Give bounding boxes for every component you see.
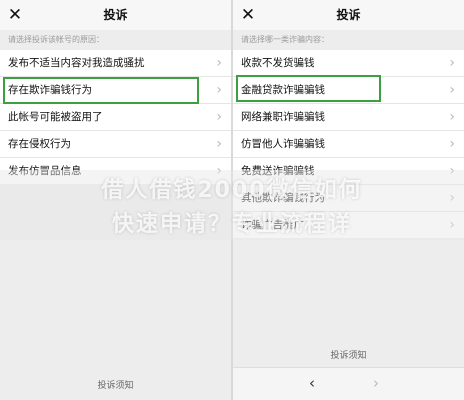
item-label: 发布仿冒品信息: [8, 165, 82, 177]
selection-highlight: [3, 77, 199, 104]
chevron-right-icon: ›: [216, 109, 222, 125]
chevron-right-icon: ›: [449, 163, 455, 179]
item-label: 网络兼职诈骗骗钱: [241, 111, 325, 123]
reason-item-infringement[interactable]: 存在侵权行为 ›: [0, 131, 231, 158]
complaint-notice-link[interactable]: 投诉须知: [233, 348, 464, 361]
category-item-free-gift[interactable]: 免费送诈骗骗钱 ›: [233, 158, 464, 185]
item-label: 此帐号可能被盗用了: [8, 111, 103, 123]
chevron-right-icon: ›: [216, 55, 222, 71]
chevron-right-icon: ›: [216, 163, 222, 179]
chevron-right-icon: ›: [216, 82, 222, 98]
category-item-parttime-fraud[interactable]: 网络兼职诈骗骗钱 ›: [233, 104, 464, 131]
reason-item-stolen-account[interactable]: 此帐号可能被盗用了 ›: [0, 104, 231, 131]
category-item-no-delivery[interactable]: 收款不发货骗钱 ›: [233, 50, 464, 77]
chevron-right-icon: ›: [216, 136, 222, 152]
item-label: 免费送诈骗骗钱: [241, 165, 315, 177]
chevron-right-icon: ›: [449, 217, 455, 233]
category-item-fraud-ads[interactable]: 诈骗广告推广 ›: [233, 212, 464, 238]
category-item-impersonation[interactable]: 仿冒他人诈骗骗钱 ›: [233, 131, 464, 158]
item-label: 发布不适当内容对我造成骚扰: [8, 57, 145, 69]
reason-item-counterfeit[interactable]: 发布仿冒品信息 ›: [0, 158, 231, 184]
top-bar: ✕ 投诉: [0, 0, 231, 30]
chevron-right-icon: ›: [449, 190, 455, 206]
chevron-right-icon: ›: [449, 109, 455, 125]
page-title: 投诉: [336, 8, 361, 22]
back-arrow-icon[interactable]: ‹: [309, 373, 315, 393]
reason-item-harassment[interactable]: 发布不适当内容对我造成骚扰 ›: [0, 50, 231, 77]
item-label: 诈骗广告推广: [241, 219, 304, 231]
item-label: 其他欺诈骗钱行为: [241, 192, 325, 204]
item-label: 存在侵权行为: [8, 138, 71, 150]
category-hint: 请选择哪一类诈骗内容：: [241, 35, 329, 44]
page-title: 投诉: [103, 8, 128, 22]
chevron-right-icon: ›: [449, 55, 455, 71]
selection-highlight: [236, 75, 381, 102]
item-label: 收款不发货骗钱: [241, 57, 315, 69]
chevron-right-icon: ›: [449, 82, 455, 98]
category-item-other-fraud[interactable]: 其他欺诈骗钱行为 ›: [233, 185, 464, 212]
right-complaint-screen: ✕ 投诉 请选择哪一类诈骗内容： 收款不发货骗钱 › 金融贷款诈骗骗钱 › 网络…: [233, 0, 464, 400]
left-complaint-screen: ✕ 投诉 请选择投诉该帐号的原因： 发布不适当内容对我造成骚扰 › 存在欺诈骗钱…: [0, 0, 231, 400]
complaint-notice-link[interactable]: 投诉须知: [0, 378, 231, 391]
forward-arrow-icon[interactable]: ›: [373, 373, 379, 393]
reason-list: 发布不适当内容对我造成骚扰 › 存在欺诈骗钱行为 › 此帐号可能被盗用了 › 存…: [0, 50, 231, 184]
item-label: 仿冒他人诈骗骗钱: [241, 138, 325, 150]
top-bar: ✕ 投诉: [233, 0, 464, 30]
browser-nav-bar: ‹ ›: [233, 367, 464, 400]
chevron-right-icon: ›: [449, 136, 455, 152]
reason-hint: 请选择投诉该帐号的原因：: [8, 35, 104, 44]
